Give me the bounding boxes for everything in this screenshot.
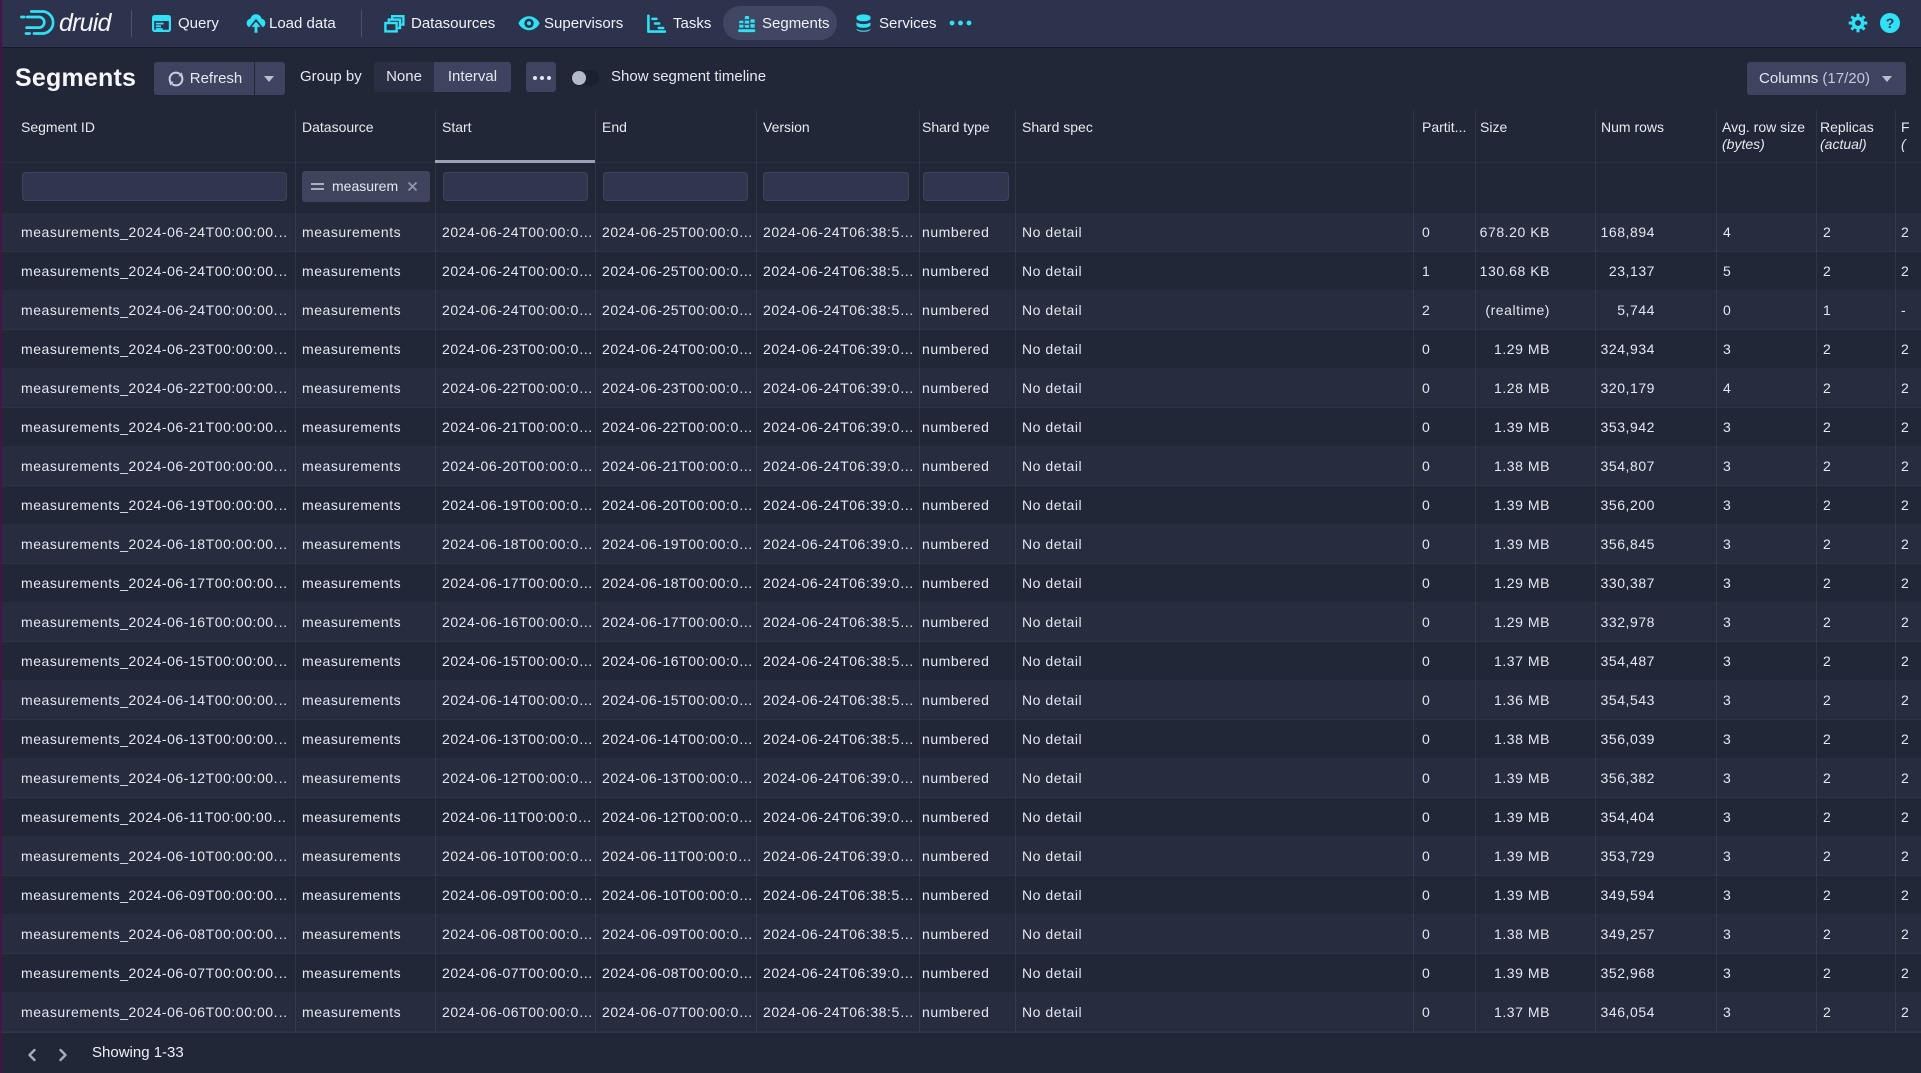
- svg-text:?: ?: [1886, 15, 1895, 31]
